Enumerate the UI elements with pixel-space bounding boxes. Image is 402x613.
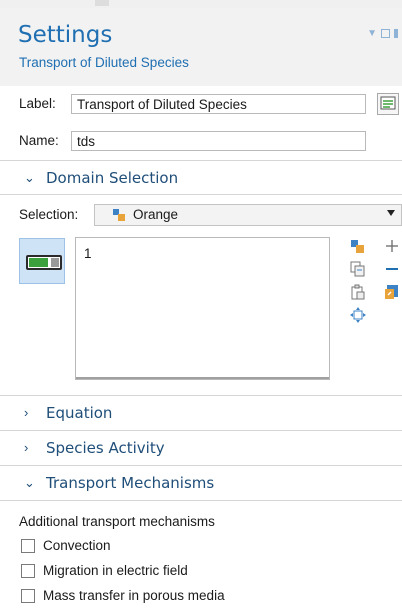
section-equation[interactable]: › Equation [0,396,402,430]
porous-media-label: Mass transfer in porous media [43,588,225,603]
section-species-activity[interactable]: › Species Activity [0,431,402,465]
section-title: Equation [46,404,113,422]
selection-value: Orange [133,207,179,222]
selection-dropdown[interactable]: Orange [94,204,402,226]
dropdown-arrow-icon[interactable]: ▼ [367,28,377,39]
window-controls: ▼ [367,28,398,39]
settings-header: Settings Transport of Diluted Species ▼ [0,8,402,86]
name-caption: Name: [19,133,59,148]
transport-caption: Additional transport mechanisms [19,514,215,529]
chevron-down-icon: ⌄ [24,170,35,185]
domain-list[interactable]: 1 [75,237,330,380]
section-transport-mechanisms[interactable]: ⌄ Transport Mechanisms [0,466,402,500]
section-domain-selection[interactable]: ⌄ Domain Selection [0,161,402,195]
paste-selection-icon[interactable] [350,238,366,254]
chevron-right-icon: › [24,440,29,455]
section-title: Domain Selection [46,169,179,187]
clipboard-icon[interactable] [350,284,366,300]
porous-media-checkbox[interactable] [21,589,35,603]
label-input[interactable]: Transport of Diluted Species [71,94,366,114]
section-divider [0,194,402,195]
section-title: Transport Mechanisms [46,474,215,492]
page-title: Settings [18,22,113,48]
migration-label: Migration in electric field [43,563,188,578]
restore-icon[interactable] [381,29,390,38]
chevron-right-icon: › [24,405,29,420]
chevron-down-icon [387,210,395,216]
previous-node-icon [95,0,109,6]
remove-icon[interactable] [384,261,400,277]
clear-selection-icon[interactable] [384,284,400,300]
toggle-switch-icon [26,255,62,270]
page-subtitle: Transport of Diluted Species [19,55,189,70]
list-scroll-edge [76,377,329,379]
migration-checkbox[interactable] [21,564,35,578]
section-title: Species Activity [46,439,165,457]
copy-selection-icon[interactable] [350,261,366,277]
active-toggle-button[interactable] [19,238,65,284]
selection-paint-icon [113,209,125,221]
form-text-icon[interactable] [377,93,399,115]
convection-label: Convection [43,538,111,553]
add-icon[interactable] [384,238,400,254]
zoom-to-selection-icon[interactable] [350,307,366,323]
name-input[interactable]: tds [71,131,366,151]
list-item[interactable]: 1 [84,246,92,261]
chevron-down-icon: ⌄ [24,475,35,490]
section-divider [0,500,402,501]
pin-icon[interactable] [394,29,398,38]
selection-caption: Selection: [19,207,79,222]
label-caption: Label: [19,96,56,111]
convection-checkbox[interactable] [21,539,35,553]
top-strip [0,0,402,8]
